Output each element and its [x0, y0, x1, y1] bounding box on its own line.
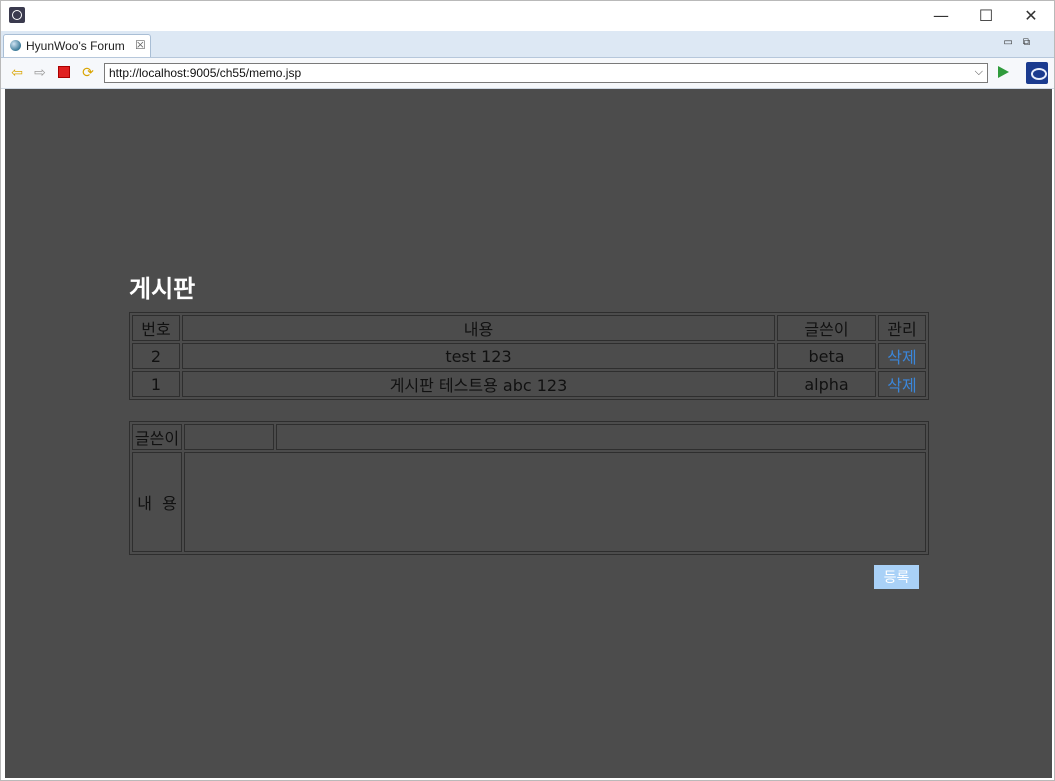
url-text: http://localhost:9005/ch55/memo.jsp: [109, 66, 302, 80]
go-icon[interactable]: [998, 66, 1009, 78]
tab-label: HyunWoo's Forum: [26, 39, 125, 53]
writer-extra-field[interactable]: [276, 424, 926, 450]
header-no: 번호: [132, 315, 180, 341]
row-no: 1: [132, 371, 180, 397]
row-no: 2: [132, 343, 180, 369]
view-controls: ▭⧉: [1003, 37, 1040, 48]
tab-close-icon[interactable]: ☒: [135, 38, 146, 52]
row-content: 게시판 테스트용 abc 123: [182, 371, 775, 397]
header-writer: 글쓴이: [777, 315, 876, 341]
tab-bar: HyunWoo's Forum ☒ ▭⧉: [1, 31, 1054, 58]
page-content: 게시판 번호 내용 글쓴이 관리 2 test 123 beta 삭제 1 게시…: [5, 89, 1052, 778]
minimize-button[interactable]: —: [921, 4, 961, 28]
table-header-row: 번호 내용 글쓴이 관리: [132, 315, 926, 341]
table-row: 2 test 123 beta 삭제: [132, 343, 926, 369]
forward-icon[interactable]: ⇨: [33, 66, 47, 80]
delete-link[interactable]: 삭제: [887, 348, 916, 367]
title-bar: — ☐ ✕: [1, 1, 1054, 31]
maximize-button[interactable]: ☐: [966, 4, 1006, 28]
close-button[interactable]: ✕: [1011, 4, 1051, 28]
row-content: test 123: [182, 343, 775, 369]
url-input[interactable]: http://localhost:9005/ch55/memo.jsp ⌵: [104, 63, 988, 83]
row-writer: beta: [777, 343, 876, 369]
browser-window: — ☐ ✕ HyunWoo's Forum ☒ ▭⧉ ⇦ ⇨ ⟳ http://…: [0, 0, 1055, 781]
back-icon[interactable]: ⇦: [10, 66, 24, 80]
table-row: 1 게시판 테스트용 abc 123 alpha 삭제: [132, 371, 926, 397]
row-writer: alpha: [777, 371, 876, 397]
page-title: 게시판: [129, 275, 196, 303]
row-manage: 삭제: [878, 343, 926, 369]
tab-forum[interactable]: HyunWoo's Forum ☒: [3, 34, 151, 57]
minimize-view-icon[interactable]: ▭: [1003, 37, 1022, 48]
content-row: 내 용: [132, 452, 926, 552]
restore-view-icon[interactable]: ⧉: [1023, 37, 1040, 48]
chevron-down-icon[interactable]: ⌵: [975, 65, 983, 79]
content-label: 내 용: [132, 452, 182, 552]
browser-toolbar: ⇦ ⇨ ⟳ http://localhost:9005/ch55/memo.js…: [1, 58, 1054, 89]
delete-link[interactable]: 삭제: [887, 376, 916, 395]
content-textarea[interactable]: [184, 452, 926, 552]
post-list-table: 번호 내용 글쓴이 관리 2 test 123 beta 삭제 1 게시판 테스…: [129, 312, 929, 400]
refresh-icon[interactable]: ⟳: [81, 66, 95, 80]
memo-form-table: 글쓴이 내 용: [129, 421, 929, 555]
row-manage: 삭제: [878, 371, 926, 397]
header-manage: 관리: [878, 315, 926, 341]
globe-icon: [10, 40, 21, 51]
app-icon: [9, 7, 25, 23]
writer-label: 글쓴이: [132, 424, 182, 450]
writer-row: 글쓴이: [132, 424, 926, 450]
header-content: 내용: [182, 315, 775, 341]
browser-external-icon[interactable]: [1026, 62, 1048, 84]
writer-input[interactable]: [184, 424, 274, 450]
submit-button[interactable]: 등록: [874, 565, 919, 589]
stop-icon[interactable]: [57, 66, 71, 80]
